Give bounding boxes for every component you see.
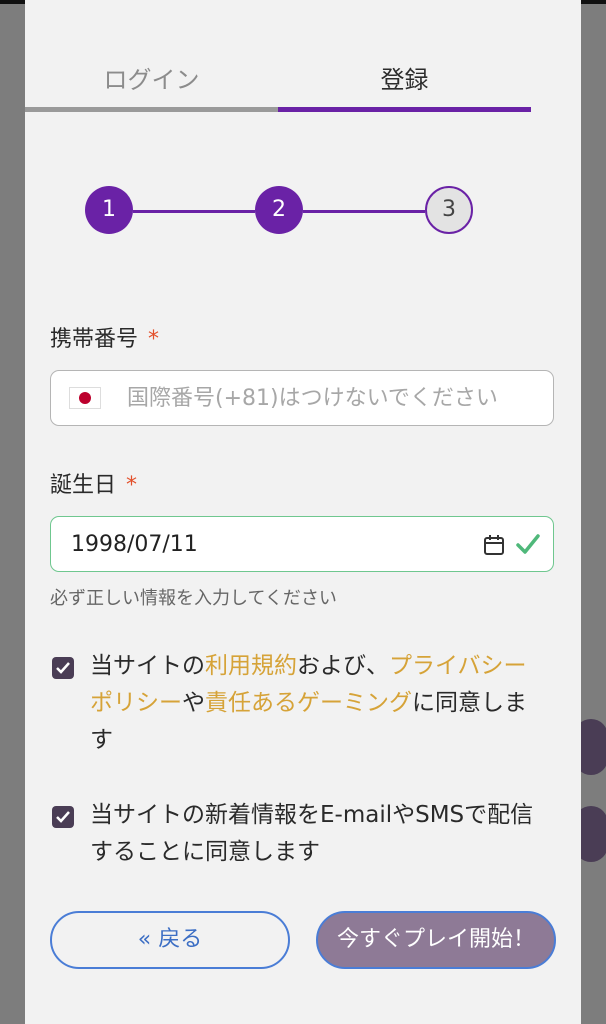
- newsletter-consent-row: 当サイトの新着情報をE-mailやSMSで配信することに同意します: [50, 797, 550, 873]
- terms-consent-text: 当サイトの利用規約および、プライバシーポリシーや責任あるゲーミングに同意します: [90, 648, 548, 759]
- terms-link[interactable]: 利用規約: [205, 653, 297, 679]
- consent-text: や: [182, 690, 205, 716]
- tab-login[interactable]: ログイン: [25, 60, 278, 100]
- tab-register-underline: [278, 107, 531, 112]
- birthday-label: 誕生日 *: [50, 467, 137, 499]
- birthday-field[interactable]: 1998/07/11: [50, 516, 554, 572]
- birthday-hint: 必ず正しい情報を入力してください: [50, 588, 337, 609]
- terms-checkbox[interactable]: [52, 657, 74, 679]
- consent-text: および、: [297, 653, 389, 679]
- step-1: 1: [85, 186, 133, 234]
- step-2: 2: [255, 186, 303, 234]
- tab-register[interactable]: 登録: [278, 60, 531, 100]
- required-mark: *: [126, 473, 138, 498]
- start-playing-button[interactable]: 今すぐプレイ開始！: [316, 911, 556, 969]
- tab-login-underline: [25, 107, 278, 112]
- newsletter-checkbox[interactable]: [52, 806, 74, 828]
- newsletter-consent-text: 当サイトの新着情報をE-mailやSMSで配信することに同意します: [90, 802, 534, 865]
- required-mark: *: [148, 327, 160, 352]
- birthday-label-text: 誕生日: [50, 473, 117, 498]
- step-3: 3: [425, 186, 473, 234]
- phone-field[interactable]: 国際番号(+81)はつけないでください: [50, 370, 554, 426]
- step-connector: [303, 210, 425, 213]
- japan-flag-icon[interactable]: [69, 387, 101, 409]
- calendar-icon[interactable]: [483, 534, 505, 556]
- phone-label-text: 携帯番号: [50, 327, 139, 352]
- birthday-value: 1998/07/11: [71, 532, 198, 557]
- step-connector: [133, 210, 255, 213]
- terms-consent-row: 当サイトの利用規約および、プライバシーポリシーや責任あるゲーミングに同意します: [50, 648, 550, 760]
- valid-check-icon: [516, 534, 540, 554]
- phone-placeholder: 国際番号(+81)はつけないでください: [127, 386, 498, 411]
- check-icon: [56, 811, 70, 823]
- auth-tabs: ログイン 登録: [25, 60, 531, 112]
- consent-text: 当サイトの: [90, 653, 205, 679]
- back-button[interactable]: « 戻る: [50, 911, 290, 969]
- phone-label: 携帯番号 *: [50, 321, 159, 353]
- progress-stepper: 1 2 3: [85, 186, 473, 236]
- responsible-gaming-link[interactable]: 責任あるゲーミング: [205, 690, 412, 716]
- check-icon: [56, 662, 70, 674]
